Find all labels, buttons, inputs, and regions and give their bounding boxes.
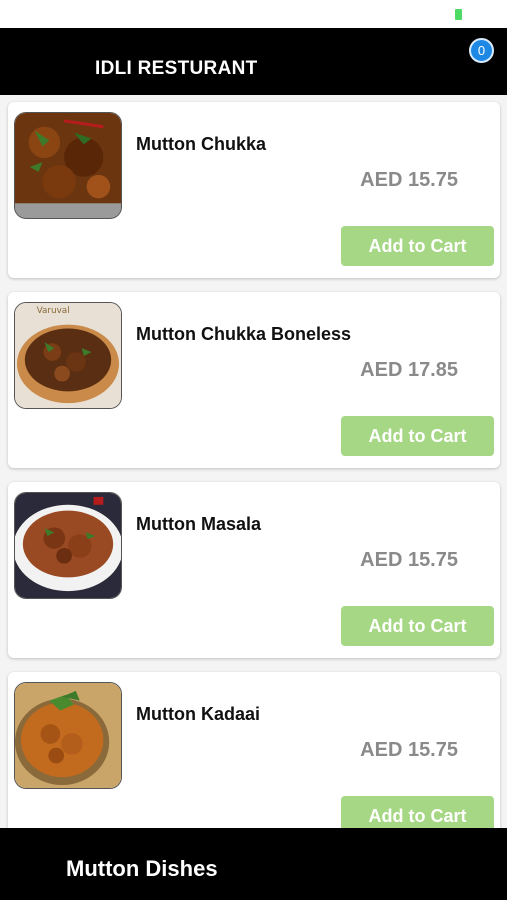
dish-image bbox=[14, 682, 122, 789]
mutton-masala-photo bbox=[15, 493, 121, 598]
dish-name: Mutton Masala bbox=[136, 514, 262, 534]
dish-price: AED 15.75 bbox=[360, 549, 458, 571]
add-to-cart-button[interactable]: Add to Cart bbox=[341, 796, 494, 828]
dish-price: AED 17.85 bbox=[360, 359, 458, 381]
dish-name: Mutton Chukka Boneless bbox=[136, 324, 352, 344]
mutton-kadaai-photo bbox=[15, 683, 121, 788]
dish-name: Mutton Kadaai bbox=[136, 704, 260, 724]
status-bar bbox=[0, 0, 507, 28]
list-item: Mutton Kadaai AED 15.75 Add to Cart bbox=[8, 672, 500, 828]
category-footer: Mutton Dishes bbox=[0, 828, 507, 900]
mutton-chukka-photo bbox=[15, 113, 121, 218]
add-to-cart-button[interactable]: Add to Cart bbox=[341, 416, 494, 456]
cart-count-badge[interactable]: 0 bbox=[469, 38, 494, 63]
dish-list[interactable]: Mutton Chukka AED 15.75 Add to Cart Varu… bbox=[0, 95, 507, 828]
dish-image: Varuval bbox=[14, 302, 122, 409]
dish-price: AED 15.75 bbox=[360, 169, 458, 191]
mutton-chukka-boneless-photo: Varuval bbox=[15, 303, 121, 408]
list-item: Mutton Chukka AED 15.75 Add to Cart bbox=[8, 102, 500, 278]
battery-icon bbox=[455, 9, 462, 20]
app-header: IDLI RESTURANT 0 bbox=[0, 28, 507, 95]
app-title: IDLI RESTURANT bbox=[95, 58, 258, 79]
add-to-cart-button[interactable]: Add to Cart bbox=[341, 226, 494, 266]
svg-text:Varuval: Varuval bbox=[37, 306, 70, 316]
dish-image bbox=[14, 112, 122, 219]
dish-image bbox=[14, 492, 122, 599]
category-title: Mutton Dishes bbox=[66, 856, 218, 881]
list-item: Varuval Mutton Chukka Boneless AED 17.85… bbox=[8, 292, 500, 468]
list-item: Mutton Masala AED 15.75 Add to Cart bbox=[8, 482, 500, 658]
add-to-cart-button[interactable]: Add to Cart bbox=[341, 606, 494, 646]
dish-price: AED 15.75 bbox=[360, 739, 458, 761]
dish-name: Mutton Chukka bbox=[136, 134, 266, 154]
